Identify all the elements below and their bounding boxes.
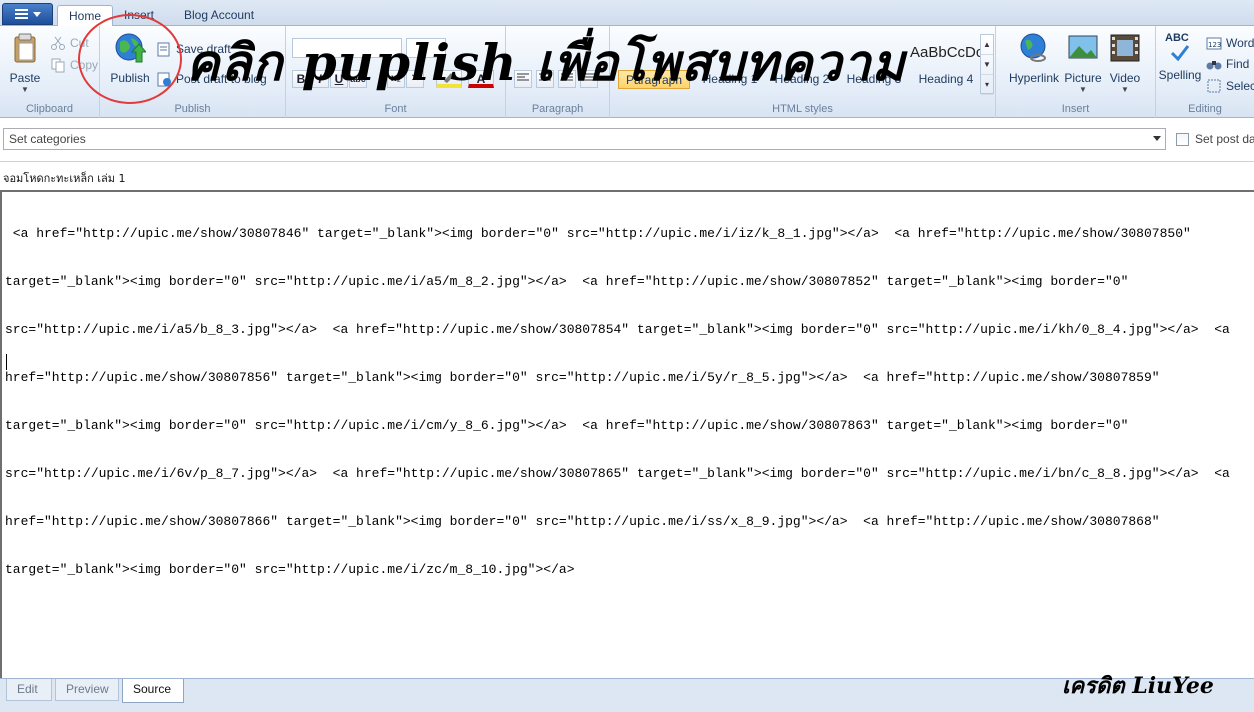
highlight-circle [78, 14, 182, 104]
categories-placeholder: Set categories [9, 132, 86, 146]
copy-icon [51, 58, 65, 73]
paragraph-group-label: Paragraph [531, 103, 584, 115]
gallery-expand-icon[interactable]: ▾ [981, 75, 993, 95]
chevron-down-icon: ▼ [1121, 85, 1129, 94]
spelling-label: Spelling [1158, 68, 1202, 82]
hyperlink-button[interactable]: Hyperlink [1006, 32, 1062, 85]
tab-preview[interactable]: Preview [55, 679, 119, 701]
categories-bar: Set categories Set post date [0, 118, 1254, 162]
menu-icon [14, 9, 28, 19]
find-button[interactable]: Find [1206, 55, 1249, 73]
video-button[interactable]: Video ▼ [1100, 32, 1150, 94]
source-line: target="_blank"><img border="0" src="htt… [5, 562, 575, 577]
chevron-down-icon: ▼ [21, 85, 29, 94]
source-line: src="http://upic.me/i/6v/p_8_7.jpg"></a>… [5, 466, 1230, 481]
set-post-date-label: Set post date [1195, 132, 1254, 146]
categories-dropdown[interactable]: Set categories [3, 128, 1166, 150]
scissors-icon [51, 36, 65, 50]
insert-group: Hyperlink Picture ▼ Video ▼ Insert [996, 26, 1156, 118]
binoculars-icon [1206, 61, 1222, 70]
styles-gallery-scroll[interactable]: ▲ ▼ ▾ [980, 34, 994, 95]
style-preview-text: AaBbCcDc [910, 44, 984, 61]
tab-source[interactable]: Source [122, 679, 184, 703]
style-heading-4[interactable]: Heading 4 [910, 70, 982, 89]
source-line: href="http://upic.me/show/30807856" targ… [5, 370, 1160, 385]
source-line: src="http://upic.me/i/a5/b_8_3.jpg"></a>… [5, 322, 1230, 337]
word-count-icon: 123 [1206, 37, 1222, 50]
tab-blog-account[interactable]: Blog Account [173, 5, 265, 26]
text-caret [6, 354, 7, 370]
select-label: Select [1226, 79, 1254, 93]
editing-group-label: Editing [1188, 103, 1222, 115]
html-styles-group-label: HTML styles [772, 103, 833, 115]
scroll-up-icon[interactable]: ▲ [981, 35, 993, 55]
paste-button[interactable]: Paste ▼ [0, 32, 50, 94]
clipboard-icon [14, 33, 36, 63]
ribbon-tab-bar: Home Insert Blog Account [0, 0, 1254, 27]
picture-icon [1068, 35, 1098, 59]
source-line: href="http://upic.me/show/30807866" targ… [5, 514, 1160, 529]
publish-group-label: Publish [174, 103, 211, 115]
hyperlink-label: Hyperlink [1008, 71, 1059, 85]
set-post-date-toggle[interactable]: Set post date [1176, 128, 1254, 150]
chevron-down-icon [32, 11, 41, 17]
find-label: Find [1226, 57, 1250, 71]
html-source[interactable]: <a href="http://upic.me/show/30807846" t… [5, 194, 1254, 610]
hyperlink-icon [1020, 33, 1046, 62]
application-menu-button[interactable] [2, 3, 53, 25]
editing-group: ABC Spelling 123 Word Find Select Editin… [1156, 26, 1254, 118]
font-group-label: Font [384, 103, 407, 115]
annotation-text: คลิก puplish เพื่อโพสบทความ [186, 33, 906, 92]
insert-group-label: Insert [1061, 103, 1090, 115]
film-icon [1110, 34, 1140, 62]
clipboard-group-label: Clipboard [25, 103, 74, 115]
svg-text:123: 123 [1208, 41, 1221, 49]
source-line: <a href="http://upic.me/show/30807846" t… [5, 226, 1191, 241]
credit-text: เครดิต LiuYee [1062, 673, 1214, 699]
spelling-icon: ABC [1164, 32, 1196, 64]
select-button[interactable]: Select [1206, 77, 1254, 95]
post-title[interactable]: จอมโหดกะทะเหล็ก เล่ม 1 [3, 169, 126, 187]
word-count-button[interactable]: 123 Word [1206, 34, 1254, 52]
spelling-button[interactable]: ABC Spelling [1156, 32, 1204, 82]
source-line: target="_blank"><img border="0" src="htt… [5, 274, 1129, 289]
post-title-bar[interactable]: จอมโหดกะทะเหล็ก เล่ม 1 [0, 163, 1254, 190]
word-count-label: Word [1226, 36, 1254, 50]
tab-edit[interactable]: Edit [6, 679, 52, 701]
paste-label: Paste [9, 71, 41, 85]
source-editor[interactable]: <a href="http://upic.me/show/30807846" t… [0, 190, 1254, 678]
chevron-down-icon[interactable] [1153, 136, 1161, 141]
post-date-checkbox[interactable] [1176, 132, 1189, 146]
select-icon [1207, 79, 1221, 93]
source-line: target="_blank"><img border="0" src="htt… [5, 418, 1129, 433]
scroll-down-icon[interactable]: ▼ [981, 55, 993, 75]
video-label: Video [1109, 71, 1141, 85]
